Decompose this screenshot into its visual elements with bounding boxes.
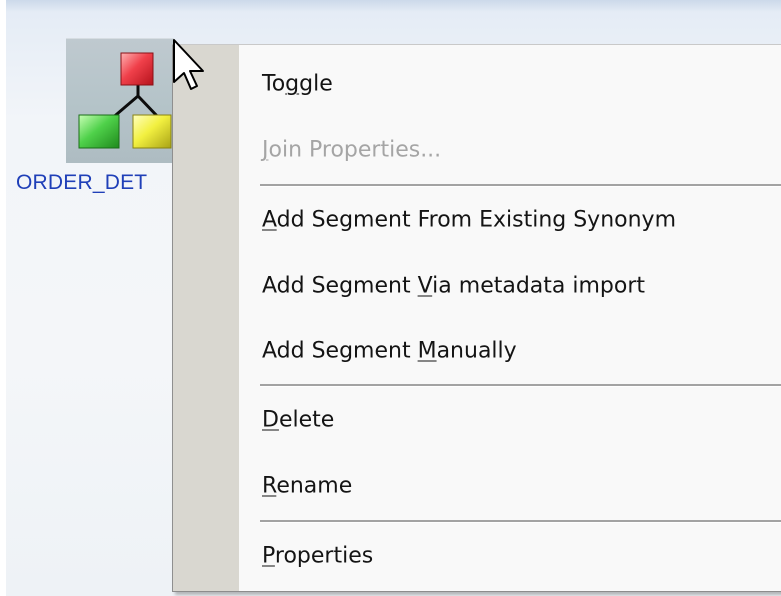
menu-item-add-segment-existing-synonym[interactable]: Add Segment From Existing Synonym	[173, 197, 781, 243]
menu-item-rename[interactable]: Rename	[173, 463, 781, 509]
segment-node-label[interactable]: ORDER_DET	[16, 171, 147, 195]
menu-item-label: Properties	[262, 543, 374, 569]
menu-item-label: Delete	[262, 407, 335, 433]
menu-separator	[260, 184, 781, 187]
canvas-top-tint	[6, 0, 781, 12]
segment-hierarchy-icon	[78, 52, 172, 149]
menu-item-toggle[interactable]: Toggle	[173, 61, 781, 107]
menu-item-label: Toggle	[262, 71, 333, 97]
context-menu: Toggle Join Properties... Add Segment Fr…	[172, 44, 781, 592]
menu-item-label: Add Segment Manually	[262, 338, 517, 364]
menu-separator	[260, 384, 781, 387]
menu-item-properties[interactable]: Properties	[173, 533, 781, 579]
menu-item-join-properties[interactable]: Join Properties...	[173, 127, 781, 173]
window-left-edge	[0, 0, 6, 596]
menu-item-label: Add Segment From Existing Synonym	[262, 207, 677, 233]
menu-item-delete[interactable]: Delete	[173, 397, 781, 443]
segment-node[interactable]	[66, 38, 174, 163]
menu-item-label: Join Properties...	[262, 137, 442, 163]
menu-item-label: Add Segment Via metadata import	[262, 273, 646, 299]
menu-item-add-segment-manually[interactable]: Add Segment Manually	[173, 328, 781, 374]
menu-separator	[260, 520, 781, 523]
menu-item-label: Rename	[262, 473, 353, 499]
arrow-pointer-icon	[173, 39, 204, 90]
menu-item-add-segment-metadata-import[interactable]: Add Segment Via metadata import	[173, 263, 781, 309]
